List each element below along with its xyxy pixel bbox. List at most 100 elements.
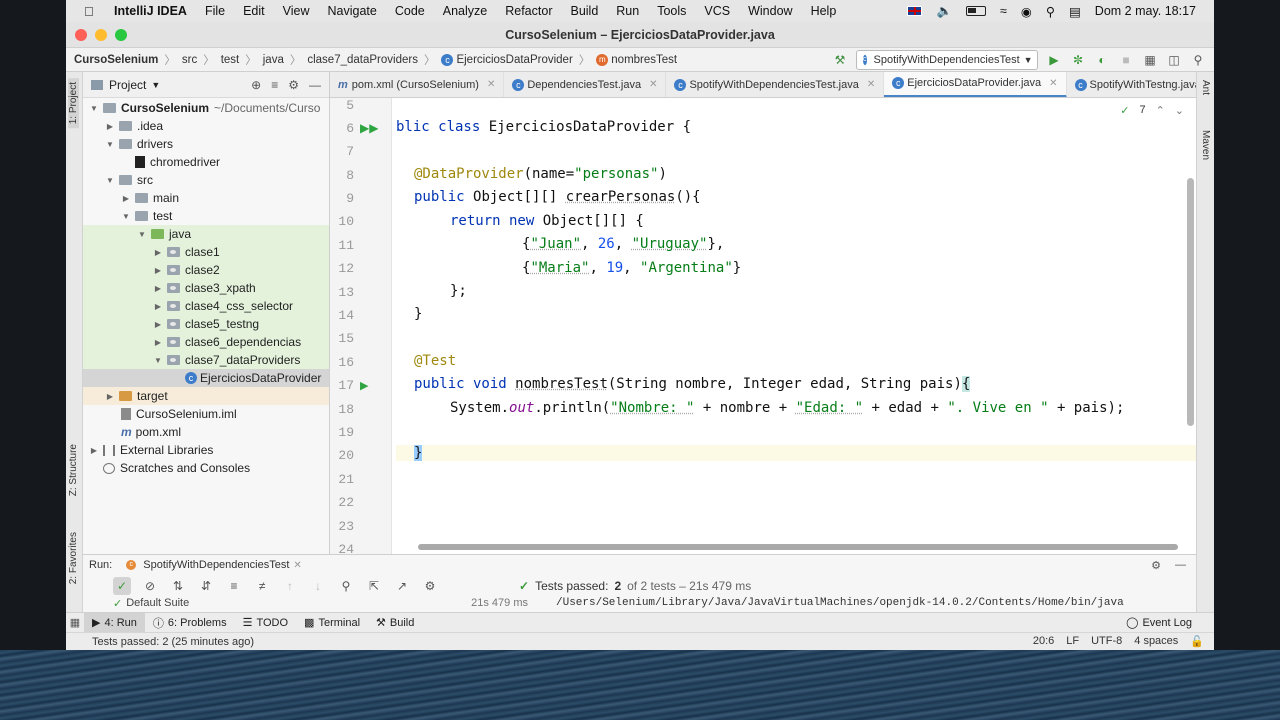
problems-tool-button[interactable]: ⓘ 6: Problems bbox=[145, 613, 235, 633]
tree-item-ejercicios-dataprovider[interactable]: c EjerciciosDataProvider bbox=[83, 369, 329, 387]
tree-item-root[interactable]: ▼ CursoSelenium ~/Documents/Curso bbox=[83, 99, 329, 117]
zoom-window-button[interactable] bbox=[115, 29, 127, 41]
indent-setting[interactable]: 4 spaces bbox=[1134, 635, 1178, 648]
maven-tool-button[interactable]: Maven bbox=[1200, 130, 1211, 160]
file-encoding[interactable]: UTF-8 bbox=[1091, 635, 1122, 648]
breadcrumb-test[interactable]: test bbox=[221, 54, 240, 66]
run-configuration-select[interactable]: c SpotifyWithDependenciesTest ▼ bbox=[856, 49, 1038, 70]
breadcrumb-src[interactable]: src bbox=[182, 54, 197, 66]
run-tool-button[interactable]: ▶ 4: Run bbox=[84, 612, 145, 633]
control-center-icon[interactable]: ▤ bbox=[1069, 4, 1081, 19]
test-tree-row[interactable]: ✓ Default Suite 21s 479 ms /Users/Seleni… bbox=[83, 597, 1196, 611]
tree-item-scratches[interactable]: Scratches and Consoles bbox=[83, 459, 329, 477]
event-log-button[interactable]: ◯ Event Log bbox=[1118, 613, 1200, 633]
line-separator[interactable]: LF bbox=[1066, 635, 1079, 648]
sort-duration-icon[interactable]: ⇵ bbox=[197, 577, 215, 595]
menu-view[interactable]: View bbox=[283, 4, 310, 18]
previous-test-icon[interactable]: ↑ bbox=[281, 577, 299, 595]
tree-item-idea[interactable]: ▶ .idea bbox=[83, 117, 329, 135]
terminal-tool-button[interactable]: ▩ Terminal bbox=[296, 613, 368, 633]
menu-app-name[interactable]: IntelliJ IDEA bbox=[114, 4, 187, 18]
input-source-flag-icon[interactable] bbox=[907, 6, 923, 16]
favorites-tool-button[interactable]: 2: Favorites bbox=[68, 532, 79, 584]
breadcrumb-method[interactable]: nombresTest bbox=[611, 54, 677, 66]
tree-item-clase3[interactable]: ▶ clase3_xpath bbox=[83, 279, 329, 297]
inspection-widget[interactable]: ✓ 7 ⌃ ⌄ bbox=[1120, 104, 1184, 117]
project-structure-icon[interactable]: ▦ bbox=[1142, 52, 1158, 68]
volume-icon[interactable]: 🔈 bbox=[936, 4, 952, 19]
debug-bug-icon[interactable]: ✼ bbox=[1070, 52, 1086, 68]
expand-all-icon[interactable]: ≡ bbox=[225, 577, 243, 595]
project-tool-button[interactable]: 1: Project bbox=[68, 78, 79, 129]
search-icon[interactable]: ⚲ bbox=[337, 577, 355, 595]
collapse-all-icon[interactable]: ≡ bbox=[271, 78, 278, 92]
apple-icon[interactable]:  bbox=[84, 4, 100, 19]
breadcrumb-project[interactable]: CursoSelenium bbox=[74, 54, 158, 66]
build-hammer-icon[interactable]: ⚒ bbox=[832, 52, 848, 68]
tree-item-target[interactable]: ▶ target bbox=[83, 387, 329, 405]
caret-position[interactable]: 20:6 bbox=[1033, 635, 1054, 648]
menu-run[interactable]: Run bbox=[616, 4, 639, 18]
tree-item-chromedriver[interactable]: chromedriver bbox=[83, 153, 329, 171]
run-play-icon[interactable]: ▶ bbox=[1046, 52, 1062, 68]
menu-refactor[interactable]: Refactor bbox=[505, 4, 552, 18]
close-icon[interactable]: ✕ bbox=[293, 560, 301, 571]
menu-edit[interactable]: Edit bbox=[243, 4, 265, 18]
tree-item-clase2[interactable]: ▶ clase2 bbox=[83, 261, 329, 279]
menu-vcs[interactable]: VCS bbox=[704, 4, 730, 18]
run-tab[interactable]: c SpotifyWithDependenciesTest ✕ bbox=[126, 559, 302, 571]
tab-spotify-testng[interactable]: c SpotifyWithTestng.java✕ bbox=[1067, 72, 1196, 97]
lock-icon[interactable]: 🔓 bbox=[1190, 635, 1204, 648]
tree-item-main[interactable]: ▶ main bbox=[83, 189, 329, 207]
build-tool-button[interactable]: ⚒ Build bbox=[368, 613, 422, 633]
tree-item-clase7[interactable]: ▼ clase7_dataProviders bbox=[83, 351, 329, 369]
next-test-icon[interactable]: ↓ bbox=[309, 577, 327, 595]
menu-tools[interactable]: Tools bbox=[657, 4, 686, 18]
export-icon[interactable]: ⇱ bbox=[365, 577, 383, 595]
menu-build[interactable]: Build bbox=[570, 4, 598, 18]
gear-icon[interactable]: ⚙ bbox=[1151, 559, 1161, 572]
import-icon[interactable]: ↗ bbox=[393, 577, 411, 595]
close-icon[interactable]: ✕ bbox=[867, 79, 875, 90]
run-method-gutter-icon[interactable]: ▶ bbox=[360, 379, 368, 392]
panel-toggle-icon[interactable]: ▦ bbox=[66, 616, 84, 629]
ant-tool-button[interactable]: Ant bbox=[1200, 80, 1211, 95]
battery-icon[interactable] bbox=[966, 6, 987, 16]
tab-dependencies-test[interactable]: c DependenciesTest.java ✕ bbox=[504, 72, 667, 97]
tree-item-external-libraries[interactable]: ▶ External Libraries bbox=[83, 441, 329, 459]
tree-item-clase5[interactable]: ▶ clase5_testng bbox=[83, 315, 329, 333]
sort-alpha-icon[interactable]: ⇅ bbox=[169, 577, 187, 595]
close-window-button[interactable] bbox=[75, 29, 87, 41]
hide-panel-icon[interactable]: — bbox=[309, 78, 321, 92]
wifi-icon[interactable]: ≈ bbox=[1000, 4, 1007, 18]
menu-window[interactable]: Window bbox=[748, 4, 792, 18]
chevron-down-icon[interactable]: ▼ bbox=[151, 80, 160, 90]
tree-item-src[interactable]: ▼ src bbox=[83, 171, 329, 189]
run-class-gutter-icon[interactable]: ▶▶ bbox=[360, 121, 378, 135]
tree-item-pom[interactable]: m pom.xml bbox=[83, 423, 329, 441]
status-message[interactable]: Tests passed: 2 (25 minutes ago) bbox=[92, 636, 254, 648]
user-icon[interactable]: ◉ bbox=[1021, 4, 1032, 19]
menu-navigate[interactable]: Navigate bbox=[328, 4, 377, 18]
menu-file[interactable]: File bbox=[205, 4, 225, 18]
tree-item-clase4[interactable]: ▶ clase4_css_selector bbox=[83, 297, 329, 315]
search-everywhere-icon[interactable]: ⚲ bbox=[1190, 52, 1206, 68]
chevron-down-icon[interactable]: ⌄ bbox=[1175, 104, 1184, 117]
tree-item-clase6[interactable]: ▶ clase6_dependencias bbox=[83, 333, 329, 351]
tree-item-clase1[interactable]: ▶ clase1 bbox=[83, 243, 329, 261]
locate-target-icon[interactable]: ⊕ bbox=[251, 78, 261, 92]
tab-pom-xml[interactable]: m pom.xml (CursoSelenium) ✕ bbox=[330, 72, 505, 97]
tab-ejercicios-dataprovider[interactable]: c EjerciciosDataProvider.java ✕ bbox=[884, 72, 1067, 97]
gear-icon[interactable]: ⚙ bbox=[421, 577, 439, 595]
show-passed-check-icon[interactable]: ✓ bbox=[113, 577, 131, 595]
editor-horizontal-scrollbar[interactable] bbox=[418, 544, 1178, 550]
breadcrumb-package[interactable]: clase7_dataProviders bbox=[307, 54, 418, 66]
structure-tool-button[interactable]: Z: Structure bbox=[68, 444, 79, 496]
minimize-window-button[interactable] bbox=[95, 29, 107, 41]
spotlight-search-icon[interactable]: ⚲ bbox=[1046, 4, 1055, 19]
close-icon[interactable]: ✕ bbox=[1049, 78, 1057, 89]
tree-item-test[interactable]: ▼ test bbox=[83, 207, 329, 225]
menu-analyze[interactable]: Analyze bbox=[443, 4, 487, 18]
code-editor[interactable]: 5 6 7 8 9 10 11 12 13 14 15 16 17 18 19 … bbox=[330, 98, 1196, 554]
collapse-all-icon[interactable]: ≠ bbox=[253, 577, 271, 595]
